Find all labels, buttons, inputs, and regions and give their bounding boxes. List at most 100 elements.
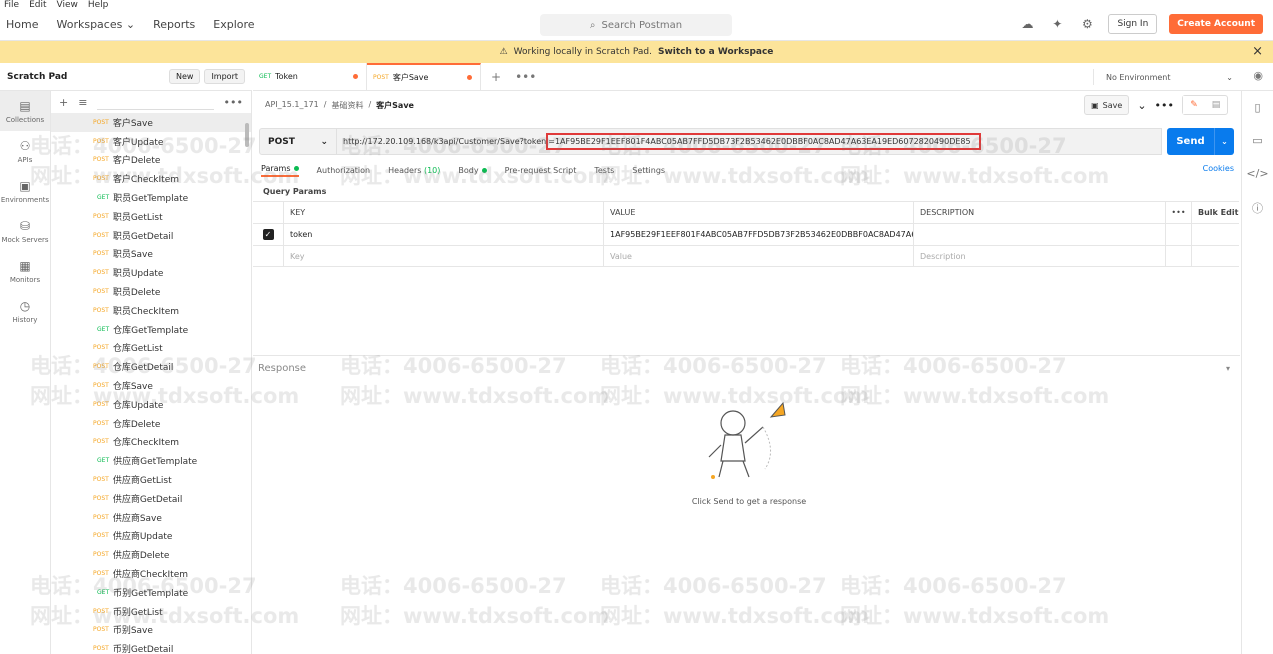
value-input[interactable]: Value	[603, 246, 913, 266]
list-item[interactable]: POST 币别GetList	[51, 602, 251, 621]
list-item[interactable]: POST 客户Save	[51, 113, 251, 132]
list-item[interactable]: POST 仓库Delete	[51, 414, 251, 433]
bulk-edit-button[interactable]: Bulk Edit	[1191, 202, 1239, 223]
list-item[interactable]: POST 职员GetDetail	[51, 226, 251, 245]
list-item[interactable]: GET 仓库GetTemplate	[51, 320, 251, 339]
tab-more-icon[interactable]: •••	[515, 70, 536, 84]
sidebar-item-monitors[interactable]: ▦ Monitors	[0, 251, 50, 291]
list-item[interactable]: POST 职员CheckItem	[51, 301, 251, 320]
checkbox-icon[interactable]: ✓	[262, 229, 274, 240]
satellite-icon[interactable]: ✦	[1048, 15, 1066, 33]
param-value[interactable]: 1AF95BE29F1EEF801F4ABC05AB7FFD5DB73F2B53…	[603, 224, 913, 245]
more-icon[interactable]: •••	[1155, 99, 1174, 112]
filter-input[interactable]	[97, 94, 214, 110]
more-icon[interactable]: •••	[224, 96, 243, 109]
send-button[interactable]: Send ⌄	[1167, 128, 1234, 155]
request-method: GET	[97, 325, 110, 333]
sign-in-button[interactable]: Sign In	[1108, 14, 1158, 34]
create-account-button[interactable]: Create Account	[1169, 14, 1263, 34]
request-name: 供应商Delete	[112, 551, 170, 562]
key-input[interactable]: Key	[283, 246, 603, 266]
request-name: 客户Delete	[112, 156, 161, 167]
environment-select[interactable]: No Environment ⌄	[1093, 69, 1233, 85]
nav-explore[interactable]: Explore	[213, 18, 254, 31]
url-input[interactable]: http://172.20.109.168/k3api/Customer/Sav…	[337, 128, 1162, 155]
list-item[interactable]: POST 仓库GetList	[51, 339, 251, 358]
search-bar[interactable]: ⌕ Search Postman	[540, 14, 732, 36]
nav-reports[interactable]: Reports	[153, 18, 195, 31]
param-description[interactable]	[913, 224, 1165, 245]
description-input[interactable]: Description	[913, 246, 1165, 266]
method-label: POST	[268, 136, 295, 147]
breadcrumb-folder[interactable]: 基础资料	[331, 100, 363, 111]
sidebar-item-collections[interactable]: ▤ Collections	[0, 91, 50, 131]
new-button[interactable]: New	[168, 69, 201, 84]
nav-home[interactable]: Home	[6, 18, 38, 31]
list-item[interactable]: POST 币别Save	[51, 621, 251, 640]
comments-icon[interactable]: ▭	[1252, 134, 1262, 147]
list-item[interactable]: POST 仓库Update	[51, 395, 251, 414]
list-item[interactable]: POST 供应商Save	[51, 508, 251, 527]
nav-workspaces[interactable]: Workspaces ⌄	[56, 18, 135, 31]
list-item[interactable]: POST 供应商Delete	[51, 545, 251, 564]
eye-icon[interactable]: ◉	[1253, 69, 1263, 82]
list-item[interactable]: POST 供应商Update	[51, 527, 251, 546]
tab-settings[interactable]: Settings	[632, 166, 665, 175]
list-item[interactable]: POST 仓库GetDetail	[51, 357, 251, 376]
response-panel-header[interactable]: Response ▾	[253, 355, 1240, 381]
tab-token[interactable]: GET Token	[253, 63, 367, 90]
tab-customer-save[interactable]: POST 客户Save	[367, 63, 481, 90]
list-item[interactable]: GET 职员GetTemplate	[51, 188, 251, 207]
documentation-icon[interactable]: ▯	[1254, 101, 1260, 114]
switch-workspace-link[interactable]: Switch to a Workspace	[658, 47, 773, 57]
param-key[interactable]: token	[283, 224, 603, 245]
list-item[interactable]: POST 职员Update	[51, 263, 251, 282]
list-item[interactable]: POST 客户Delete	[51, 151, 251, 170]
sidebar-item-apis[interactable]: ⚇ APIs	[0, 131, 50, 171]
sidebar-item-mock-servers[interactable]: ⛁ Mock Servers	[0, 211, 50, 251]
gear-icon[interactable]: ⚙	[1078, 15, 1096, 33]
tab-body[interactable]: Body	[458, 166, 487, 175]
list-item[interactable]: POST 客户Update	[51, 132, 251, 151]
list-item[interactable]: POST 币别GetDetail	[51, 639, 251, 654]
send-dropdown-icon[interactable]: ⌄	[1214, 128, 1234, 155]
info-icon[interactable]: ⓘ	[1252, 200, 1263, 216]
breadcrumb-root[interactable]: API_15.1_171	[265, 100, 319, 111]
tab-headers[interactable]: Headers (10)	[388, 166, 440, 175]
cloud-icon[interactable]: ☁	[1018, 15, 1036, 33]
close-icon[interactable]: ×	[1252, 44, 1263, 59]
code-icon[interactable]: </>	[1246, 167, 1268, 180]
list-item[interactable]: POST 供应商GetDetail	[51, 489, 251, 508]
list-item[interactable]: POST 仓库Save	[51, 376, 251, 395]
edit-icon[interactable]: ✎	[1183, 96, 1205, 114]
add-tab-icon[interactable]: +	[491, 70, 501, 84]
more-icon[interactable]: •••	[1165, 202, 1191, 223]
breadcrumb-separator: /	[323, 100, 327, 109]
sidebar-item-history[interactable]: ◷ History	[0, 291, 50, 331]
list-item[interactable]: POST 供应商GetList	[51, 470, 251, 489]
plus-icon[interactable]: +	[59, 96, 68, 109]
method-select[interactable]: POST ⌄	[259, 128, 337, 155]
list-item[interactable]: POST 客户CheckItem	[51, 169, 251, 188]
scrollbar[interactable]	[245, 123, 249, 147]
mock-servers-icon: ⛁	[19, 218, 31, 233]
list-item[interactable]: POST 职员Save	[51, 245, 251, 264]
list-item[interactable]: POST 仓库CheckItem	[51, 433, 251, 452]
list-item[interactable]: POST 供应商CheckItem	[51, 564, 251, 583]
filter-icon[interactable]: ≡	[78, 96, 87, 109]
list-item[interactable]: POST 职员Delete	[51, 282, 251, 301]
cookies-link[interactable]: Cookies	[1203, 164, 1234, 173]
list-item[interactable]: GET 供应商GetTemplate	[51, 451, 251, 470]
save-button[interactable]: ▣ Save	[1084, 95, 1130, 115]
list-item[interactable]: GET 币别GetTemplate	[51, 583, 251, 602]
tab-authorization[interactable]: Authorization	[317, 166, 371, 175]
save-dropdown-icon[interactable]: ⌄	[1137, 99, 1146, 112]
tab-tests[interactable]: Tests	[594, 166, 614, 175]
comment-view-icon[interactable]: ▤	[1205, 96, 1227, 114]
chevron-down-icon[interactable]: ▾	[1226, 364, 1230, 373]
import-button[interactable]: Import	[204, 69, 245, 84]
sidebar-item-environments[interactable]: ▣ Environments	[0, 171, 50, 211]
tab-prerequest[interactable]: Pre-request Script	[505, 166, 577, 175]
list-item[interactable]: POST 职员GetList	[51, 207, 251, 226]
tab-params[interactable]: Params	[261, 164, 299, 177]
